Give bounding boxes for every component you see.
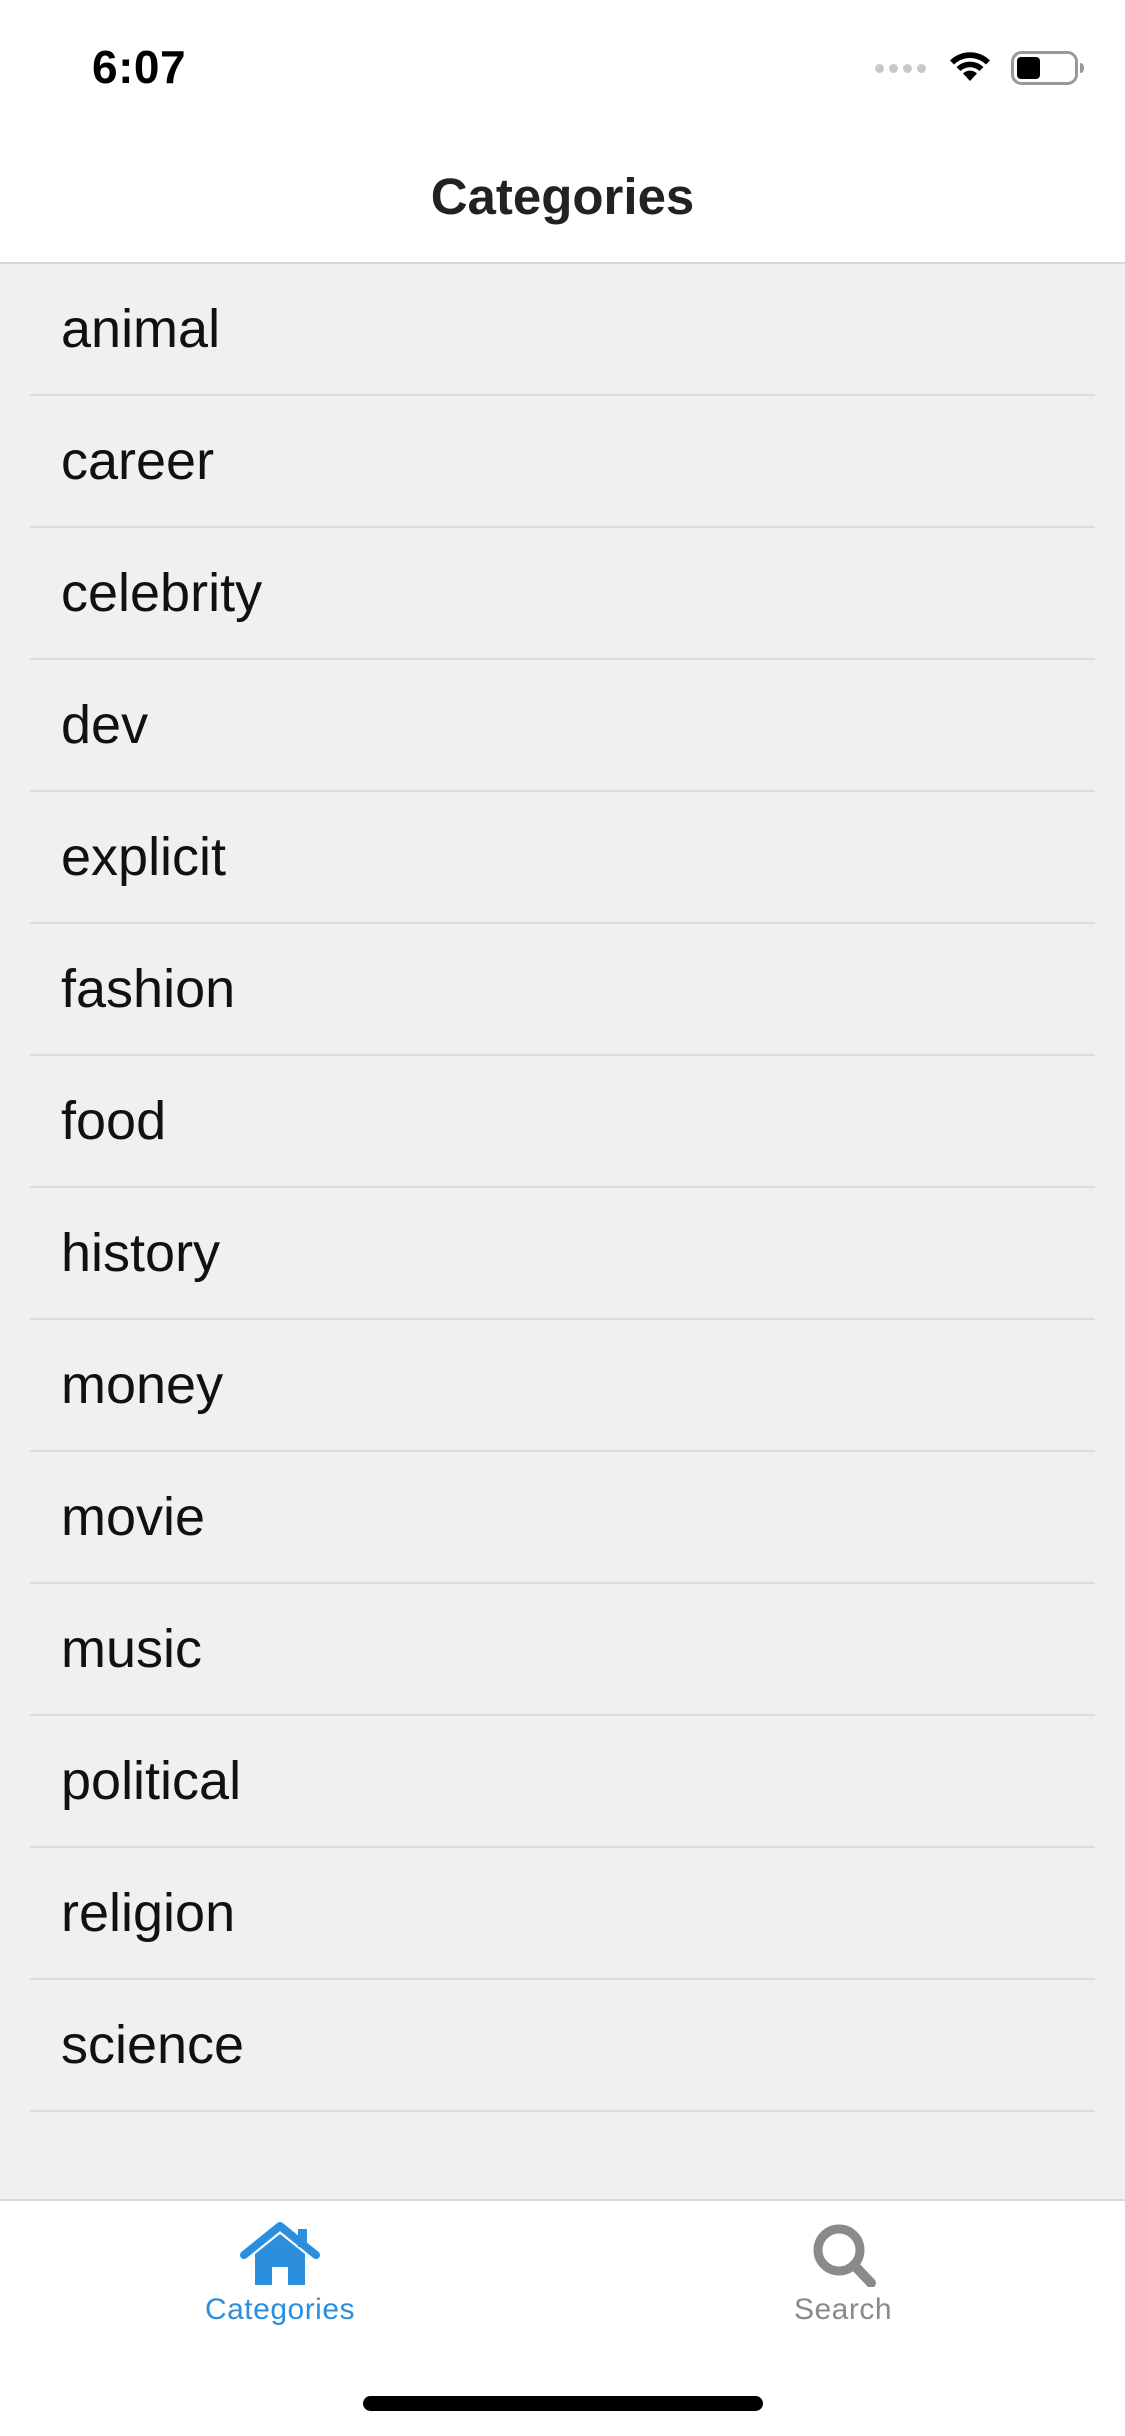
- status-bar: 6:07: [0, 0, 1125, 132]
- home-icon: [240, 2222, 320, 2285]
- navigation-bar: Categories: [0, 132, 1125, 264]
- category-list-content: animal career celebrity dev explicit fas…: [30, 264, 1095, 2112]
- list-item-label: animal: [61, 299, 221, 359]
- list-item-food[interactable]: food: [30, 1056, 1095, 1188]
- list-item-label: history: [61, 1223, 221, 1283]
- list-item-dev[interactable]: dev: [30, 660, 1095, 792]
- list-item-label: fashion: [61, 959, 236, 1019]
- search-icon: [813, 2224, 876, 2287]
- list-item-label: music: [61, 1619, 203, 1679]
- list-item-label: religion: [61, 1883, 236, 1943]
- list-item-career[interactable]: career: [30, 396, 1095, 528]
- status-icons: [875, 48, 1085, 88]
- category-list[interactable]: animal career celebrity dev explicit fas…: [0, 264, 1125, 2199]
- list-item-animal[interactable]: animal: [30, 264, 1095, 396]
- cellular-signal-icon: [875, 63, 931, 73]
- wifi-icon: [950, 52, 990, 81]
- list-item-explicit[interactable]: explicit: [30, 792, 1095, 924]
- tab-search[interactable]: Search: [713, 2221, 973, 2327]
- list-item-label: career: [61, 431, 215, 491]
- list-item-religion[interactable]: religion: [30, 1848, 1095, 1980]
- list-item-label: explicit: [61, 827, 227, 887]
- list-item-label: food: [61, 1091, 167, 1151]
- list-item-celebrity[interactable]: celebrity: [30, 528, 1095, 660]
- list-item-history[interactable]: history: [30, 1188, 1095, 1320]
- list-item-science[interactable]: science: [30, 1980, 1095, 2112]
- battery-icon: [1011, 51, 1084, 85]
- status-time: 6:07: [92, 41, 187, 93]
- list-item-fashion[interactable]: fashion: [30, 924, 1095, 1056]
- home-indicator[interactable]: [363, 2396, 763, 2411]
- list-item-label: science: [61, 2015, 245, 2075]
- list-item-political[interactable]: political: [30, 1716, 1095, 1848]
- list-item-label: money: [61, 1355, 224, 1415]
- list-item-movie[interactable]: movie: [30, 1452, 1095, 1584]
- page-title: Categories: [430, 168, 695, 225]
- list-item-music[interactable]: music: [30, 1584, 1095, 1716]
- tab-categories[interactable]: Categories: [150, 2221, 410, 2327]
- list-item-money[interactable]: money: [30, 1320, 1095, 1452]
- tab-search-label: Search: [793, 2293, 893, 2326]
- tab-categories-label: Categories: [204, 2293, 356, 2326]
- list-item-label: dev: [61, 695, 149, 755]
- list-item-label: movie: [61, 1487, 206, 1547]
- list-item-label: celebrity: [61, 563, 263, 623]
- list-item-label: political: [61, 1751, 242, 1811]
